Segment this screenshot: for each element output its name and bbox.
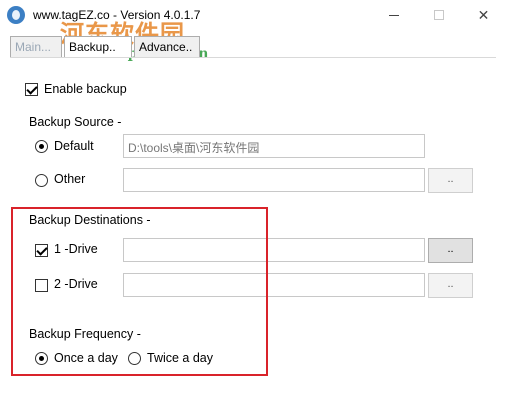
drive2-label: 2 -Drive <box>54 277 98 291</box>
drive2-browse-button[interactable]: .. <box>428 273 473 298</box>
drive1-checkbox[interactable] <box>35 244 48 257</box>
app-icon <box>7 6 25 24</box>
drive2-checkbox[interactable] <box>35 279 48 292</box>
tab-backup[interactable]: Backup.. <box>64 36 132 58</box>
maximize-button[interactable] <box>416 0 461 30</box>
window-title: www.tagEZ.co - Version 4.0.1.7 <box>33 8 201 22</box>
frequency-once-radio[interactable] <box>35 352 48 365</box>
source-default-label: Default <box>54 139 94 153</box>
source-default-path: D:\tools\桌面\河东软件园 <box>123 134 425 158</box>
backup-frequency-title: Backup Frequency - <box>29 327 141 341</box>
maximize-icon <box>433 10 444 20</box>
source-other-label: Other <box>54 172 86 186</box>
tab-divider <box>10 57 496 58</box>
backup-source-title: Backup Source - <box>29 115 122 129</box>
enable-backup-checkbox[interactable] <box>25 83 38 96</box>
close-icon: ✕ <box>477 6 490 23</box>
frequency-once-label: Once a day <box>54 351 118 365</box>
drive2-input[interactable] <box>123 273 425 297</box>
drive1-browse-button[interactable]: .. <box>428 238 473 263</box>
drive1-input[interactable] <box>123 238 425 262</box>
source-browse-button[interactable]: .. <box>428 168 473 193</box>
backup-destinations-title: Backup Destinations - <box>29 213 151 227</box>
drive1-label: 1 -Drive <box>54 242 98 256</box>
source-other-radio[interactable] <box>35 174 48 187</box>
frequency-twice-label: Twice a day <box>147 351 214 365</box>
enable-backup-label: Enable backup <box>44 82 127 96</box>
source-default-radio[interactable] <box>35 140 48 153</box>
tab-advance[interactable]: Advance.. <box>134 36 200 58</box>
source-other-input[interactable] <box>123 168 425 192</box>
minimize-icon <box>388 14 399 16</box>
minimize-button[interactable] <box>371 0 416 30</box>
title-bar: www.tagEZ.co - Version 4.0.1.7 ✕ <box>0 0 506 32</box>
close-button[interactable]: ✕ <box>461 0 506 30</box>
frequency-twice-radio[interactable] <box>128 352 141 365</box>
tab-main[interactable]: Main... <box>10 36 62 58</box>
